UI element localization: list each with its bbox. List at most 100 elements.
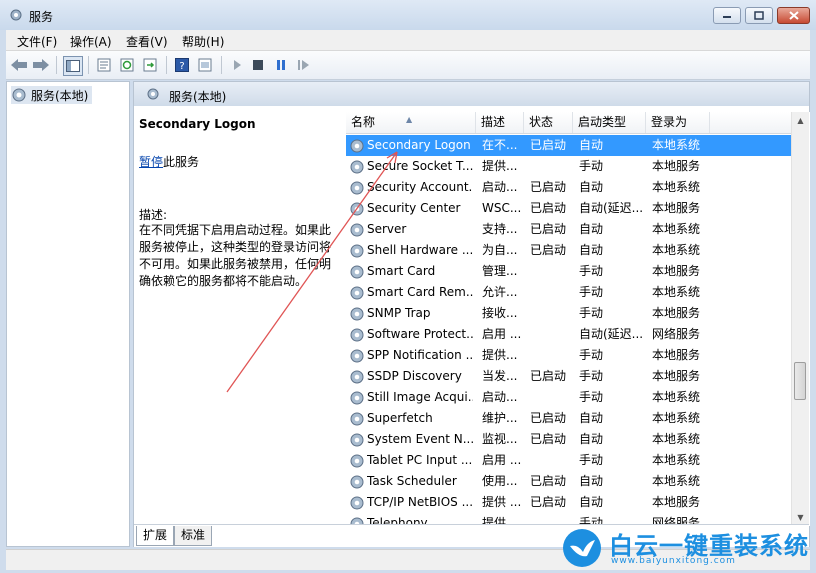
service-logon-as: 本地系统 [652, 474, 701, 488]
export-list-button[interactable] [141, 56, 159, 74]
gear-icon [350, 202, 364, 216]
column-status[interactable]: 状态 [524, 112, 573, 133]
service-logon-as: 本地系统 [652, 180, 701, 194]
table-row[interactable]: Still Image Acqui... 启动... 手动 本地系统 [346, 387, 796, 408]
pane-header-title: 服务(本地) [169, 90, 227, 104]
table-row[interactable]: Server 支持... 已启动 自动 本地系统 [346, 219, 796, 240]
column-startup-type[interactable]: 启动类型 [573, 112, 646, 133]
gear-icon [350, 370, 364, 384]
toolbar: ? [6, 51, 810, 80]
table-row[interactable]: Security Account... 启动... 已启动 自动 本地系统 [346, 177, 796, 198]
table-row[interactable]: System Event N... 监视... 已启动 自动 本地系统 [346, 429, 796, 450]
show-hide-tree-button[interactable] [63, 56, 83, 76]
service-startup-type: 手动 [579, 453, 604, 467]
service-startup-type: 手动 [579, 264, 604, 278]
table-row[interactable]: Superfetch 维护... 已启动 自动 本地系统 [346, 408, 796, 429]
tab-standard[interactable]: 标准 [174, 526, 213, 546]
export-list-icon [143, 58, 157, 72]
service-status: 已启动 [530, 201, 567, 215]
service-name: SNMP Trap [367, 306, 431, 320]
gear-icon [10, 9, 22, 21]
service-startup-type: 自动 [579, 432, 604, 446]
service-startup-type: 自动 [579, 222, 604, 236]
gear-icon [350, 454, 364, 468]
pane-header: 服务(本地) [134, 82, 809, 106]
table-row[interactable]: Secondary Logon 在不... 已启动 自动 本地系统 [346, 135, 796, 156]
scroll-up-icon[interactable]: ▲ [792, 112, 809, 129]
gear-icon [350, 349, 364, 363]
menu-help[interactable]: 帮助(H) [182, 33, 224, 50]
properties-button[interactable] [95, 56, 113, 74]
column-logon-as[interactable]: 登录为 [646, 112, 710, 133]
tree-node-local-services[interactable]: 服务(本地) [11, 86, 93, 104]
minimize-button[interactable] [713, 7, 741, 24]
back-arrow-icon [11, 59, 27, 71]
service-description: 启用 ... [482, 453, 522, 467]
selected-service-title: Secondary Logon [139, 117, 256, 131]
properties-icon [97, 58, 111, 72]
window-title: 服务 [29, 10, 54, 24]
table-row[interactable]: SSDP Discovery 当发... 已启动 手动 本地服务 [346, 366, 796, 387]
help-button[interactable]: ? [173, 56, 191, 74]
vertical-scrollbar[interactable]: ▲ ▼ [791, 112, 809, 526]
service-name: Smart Card [367, 264, 436, 278]
gear-icon [350, 412, 364, 426]
table-row[interactable]: Task Scheduler 使用... 已启动 自动 本地系统 [346, 471, 796, 492]
pause-service-button[interactable] [272, 56, 290, 74]
back-button[interactable] [10, 56, 28, 74]
gear-icon [350, 160, 364, 174]
gear-icon [350, 244, 364, 258]
service-name: Shell Hardware ... [367, 243, 473, 257]
table-row[interactable]: SNMP Trap 接收... 手动 本地服务 [346, 303, 796, 324]
gear-icon [350, 391, 364, 405]
stop-service-button[interactable] [249, 56, 267, 74]
service-description: 在不... [482, 138, 518, 152]
maximize-button[interactable] [745, 7, 773, 24]
forward-button[interactable] [32, 56, 50, 74]
service-status: 已启动 [530, 411, 567, 425]
menu-file[interactable]: 文件(F) [17, 33, 57, 50]
close-button[interactable] [777, 7, 810, 24]
view-button[interactable] [196, 56, 214, 74]
sort-ascending-icon: ▲ [406, 115, 413, 124]
gear-icon [350, 265, 364, 279]
table-row[interactable]: Smart Card Rem... 允许... 手动 本地系统 [346, 282, 796, 303]
table-row[interactable]: Tablet PC Input ... 启用 ... 手动 本地系统 [346, 450, 796, 471]
service-logon-as: 本地服务 [652, 264, 701, 278]
service-logon-as: 本地系统 [652, 222, 701, 236]
scroll-thumb[interactable] [794, 362, 806, 400]
menu-view[interactable]: 查看(V) [126, 33, 168, 50]
menu-bar: 文件(F) 操作(A) 查看(V) 帮助(H) [6, 30, 810, 51]
service-logon-as: 本地系统 [652, 432, 701, 446]
tab-extended[interactable]: 扩展 [136, 526, 175, 546]
service-logon-as: 本地系统 [652, 243, 701, 257]
menu-action[interactable]: 操作(A) [70, 33, 112, 50]
table-row[interactable]: Secure Socket T... 提供... 手动 本地服务 [346, 156, 796, 177]
column-description[interactable]: 描述 [476, 112, 524, 133]
service-status: 已启动 [530, 222, 567, 236]
pause-service-link[interactable]: 暂停 [139, 155, 163, 169]
tree-pane: 服务(本地) [6, 81, 130, 547]
table-row[interactable]: TCP/IP NetBIOS ... 提供 ... 已启动 自动 本地服务 [346, 492, 796, 513]
service-status: 已启动 [530, 432, 567, 446]
table-row[interactable]: Smart Card 管理... 手动 本地服务 [346, 261, 796, 282]
svg-text:?: ? [179, 61, 184, 72]
service-name: Software Protect... [367, 327, 473, 341]
gear-icon [350, 181, 364, 195]
table-row[interactable]: Shell Hardware ... 为自... 已启动 自动 本地系统 [346, 240, 796, 261]
gear-icon [147, 88, 159, 100]
table-row[interactable]: Software Protect... 启用 ... 自动(延迟... 网络服务 [346, 324, 796, 345]
service-startup-type: 手动 [579, 348, 604, 362]
service-name: Tablet PC Input ... [367, 453, 473, 467]
service-logon-as: 本地系统 [652, 285, 701, 299]
table-row[interactable]: SPP Notification ... 提供... 手动 本地服务 [346, 345, 796, 366]
gear-icon [350, 307, 364, 321]
table-row[interactable]: Security Center WSC... 已启动 自动(延迟... 本地服务 [346, 198, 796, 219]
column-name[interactable]: ▲ 名称 [346, 112, 476, 133]
restart-service-button[interactable] [295, 56, 313, 74]
service-startup-type: 自动 [579, 474, 604, 488]
start-service-button[interactable] [228, 56, 246, 74]
refresh-button[interactable] [118, 56, 136, 74]
service-status [530, 261, 570, 282]
list-rows: Secondary Logon 在不... 已启动 自动 本地系统 Secure Sock… [346, 135, 796, 526]
